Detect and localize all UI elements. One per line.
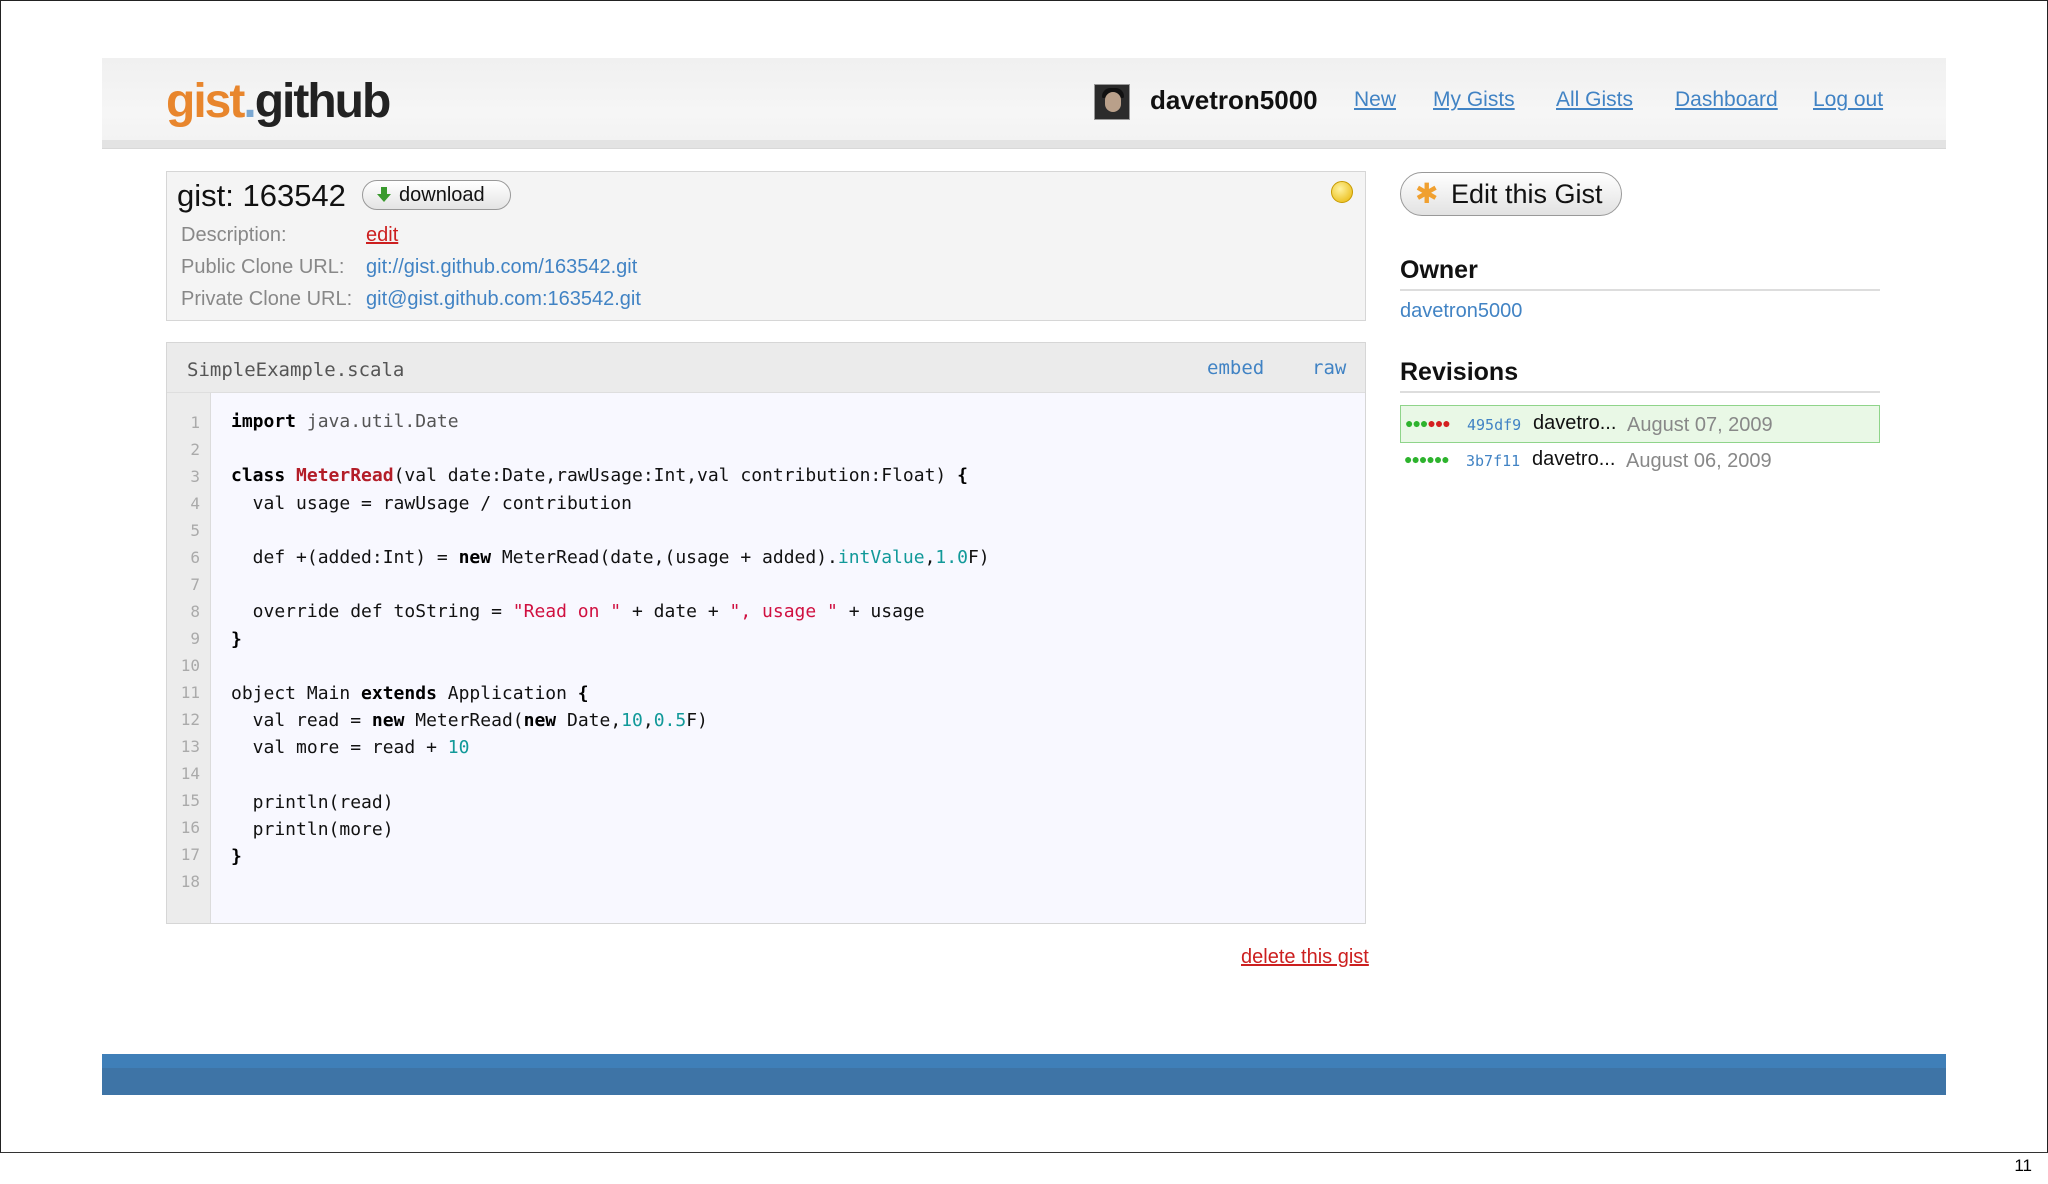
avatar-face <box>1105 92 1121 112</box>
revision-row[interactable]: ●●●●●● 3b7f11 davetro... August 06, 2009 <box>1400 442 1880 480</box>
line-number: 10 <box>180 656 200 675</box>
logo-github-text: github <box>254 75 392 128</box>
code-line: } <box>231 846 242 868</box>
revision-hash[interactable]: 3b7f11 <box>1466 452 1520 470</box>
gist-github-logo[interactable]: gist.github <box>166 74 392 129</box>
code-line: def +(added:Int) = new MeterRead(date,(u… <box>231 547 990 568</box>
header-divider <box>102 140 1946 149</box>
line-number: 14 <box>180 764 200 783</box>
line-number: 16 <box>180 818 200 837</box>
code-panel: SimpleExample.scala embed raw 1 2 3 4 5 … <box>166 342 1366 924</box>
line-number: 3 <box>190 467 200 486</box>
line-number: 1 <box>190 413 200 432</box>
line-number: 15 <box>180 791 200 810</box>
code-line: import java.util.Date <box>231 411 459 432</box>
revision-author[interactable]: davetro... <box>1532 448 1615 471</box>
nav-all-gists-link[interactable]: All Gists <box>1556 88 1633 112</box>
line-number: 5 <box>190 521 200 540</box>
code-file-header: SimpleExample.scala embed raw <box>167 343 1365 393</box>
nav-my-gists-link[interactable]: My Gists <box>1433 88 1515 112</box>
line-number: 17 <box>180 845 200 864</box>
line-number-gutter: 1 2 3 4 5 6 7 8 9 10 11 12 13 14 15 16 1… <box>167 393 211 923</box>
private-clone-url[interactable]: git@gist.github.com:163542.git <box>366 288 641 311</box>
line-number: 12 <box>180 710 200 729</box>
revision-change-dots: ●●●●●● <box>1404 451 1450 467</box>
gist-title: gist: 163542 <box>177 178 346 213</box>
revision-row[interactable]: ●●●●●● 495df9 davetro... August 07, 2009 <box>1400 405 1880 443</box>
line-number: 11 <box>180 683 200 702</box>
delete-gist-link[interactable]: delete this gist <box>1241 946 1369 969</box>
smiley-icon <box>1331 181 1353 203</box>
line-number: 6 <box>190 548 200 567</box>
revision-date: August 07, 2009 <box>1627 414 1773 436</box>
revision-hash[interactable]: 495df9 <box>1467 416 1521 434</box>
description-label: Description: <box>181 224 287 246</box>
revision-date: August 06, 2009 <box>1626 450 1772 472</box>
avatar[interactable] <box>1094 84 1130 120</box>
download-arrow-icon <box>377 187 391 202</box>
line-number: 7 <box>190 575 200 594</box>
edit-gist-button[interactable]: ✱ Edit this Gist <box>1400 172 1622 216</box>
file-name: SimpleExample.scala <box>187 359 405 381</box>
private-clone-label: Private Clone URL: <box>181 288 353 310</box>
revision-author[interactable]: davetro... <box>1533 412 1616 435</box>
code-line: println(read) <box>231 791 394 813</box>
code-line: } <box>231 628 242 650</box>
code-line: val usage = rawUsage / contribution <box>231 492 632 514</box>
header-username[interactable]: davetron5000 <box>1150 85 1318 116</box>
raw-link[interactable]: raw <box>1312 357 1346 379</box>
revision-change-dots: ●●●●●● <box>1405 415 1451 431</box>
logo-gist-text: gist <box>166 75 245 128</box>
code-line: val read = new MeterRead(new Date,10,0.5… <box>231 710 708 732</box>
public-clone-url[interactable]: git://gist.github.com/163542.git <box>366 256 637 279</box>
owner-heading: Owner <box>1400 256 1880 291</box>
public-clone-label: Public Clone URL: <box>181 256 345 278</box>
download-label: download <box>399 184 485 206</box>
nav-logout-link[interactable]: Log out <box>1813 88 1883 112</box>
edit-gist-label: Edit this Gist <box>1451 179 1603 209</box>
slide-number: 11 <box>2014 1156 2032 1175</box>
embed-link[interactable]: embed <box>1207 357 1264 379</box>
footer-bar <box>102 1068 1946 1095</box>
revisions-heading: Revisions <box>1400 358 1880 393</box>
nav-new-link[interactable]: New <box>1354 88 1396 112</box>
gist-meta-panel: gist: 163542 download Description: edit … <box>166 171 1366 321</box>
owner-link[interactable]: davetron5000 <box>1400 300 1522 323</box>
download-button[interactable]: download <box>362 180 511 210</box>
footer-bar-top <box>102 1054 1946 1068</box>
nav-dashboard-link[interactable]: Dashboard <box>1675 88 1778 112</box>
code-line: class MeterRead(val date:Date,rawUsage:I… <box>231 465 968 487</box>
line-number: 13 <box>180 737 200 756</box>
line-number: 18 <box>180 872 200 891</box>
line-number: 8 <box>190 602 200 621</box>
code-line: println(more) <box>231 819 394 840</box>
code-line: val more = read + 10 <box>231 737 470 759</box>
logo-dot: . <box>243 75 256 128</box>
description-edit-link[interactable]: edit <box>366 224 398 247</box>
line-number: 2 <box>190 440 200 459</box>
code-line: override def toString = "Read on " + dat… <box>231 601 925 623</box>
code-line: object Main extends Application { <box>231 683 589 704</box>
line-number: 4 <box>190 494 200 513</box>
site-header: gist.github davetron5000 New My Gists Al… <box>102 58 1946 149</box>
line-number: 9 <box>190 629 200 648</box>
edit-asterisk-icon: ✱ <box>1415 178 1439 209</box>
